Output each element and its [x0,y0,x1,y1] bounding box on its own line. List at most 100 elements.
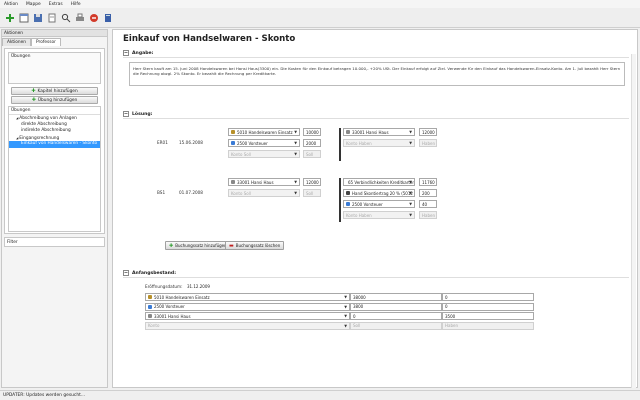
soll-account-label: Konto Soll [231,151,251,157]
eroeffnung-date[interactable]: 31.12.2009 [185,282,225,290]
anfang-soll-field[interactable]: Soll [350,321,442,330]
anfang-haben-field[interactable]: 0 [442,293,534,301]
booking-date: 01.07.2008 [179,190,203,195]
anfang-account-select[interactable]: 33001 Hansi Haus ▼ [145,312,350,320]
add-exercise-button[interactable]: ✚ Übung hinzufügen [11,96,98,104]
collapse-icon[interactable]: − [123,270,129,276]
anfang-account-select[interactable]: 5010 Handelswaren Einsatz ▼ [145,293,350,301]
chevron-down-icon[interactable]: ▼ [294,141,297,145]
haben-account-select[interactable]: Konto Haben ▼ [343,139,415,147]
haben-account-select[interactable]: Hand Skontiertrag 20 % (5012 ▼ [343,189,415,197]
anfang-haben-field[interactable]: Haben [442,321,534,330]
exercise-editor: Einkauf von Handselwaren - Skonto − Anga… [112,29,638,388]
account-icon [148,304,152,309]
menu-extras[interactable]: Extras [49,2,63,7]
chevron-down-icon[interactable]: ▼ [409,130,412,134]
haben-amount-field[interactable]: Haben [419,139,437,147]
search-icon[interactable] [60,12,71,23]
menu-mappe[interactable]: Mappe [26,2,41,7]
collapse-icon[interactable]: − [123,50,129,56]
anfang-haben-field[interactable]: 3500 [442,312,534,320]
remove-booking-label: Buchungssatz löschen [235,243,281,248]
chevron-down-icon[interactable]: ▼ [344,314,347,318]
chevron-down-icon[interactable]: ▼ [344,324,347,328]
chevron-down-icon[interactable]: ▼ [344,295,347,299]
account-icon [148,295,152,299]
tab-professor[interactable]: Professor [31,38,61,46]
anfang-account-select[interactable]: Konto ▼ [145,321,350,330]
stop-icon[interactable] [88,12,99,23]
haben-amount-field[interactable]: 12000 [419,128,437,136]
anfang-soll-field[interactable]: 0 [350,312,442,320]
section-anfangsbestand[interactable]: − Anfangsbestand: [123,270,176,276]
haben-amount-field[interactable]: 200 [419,189,437,197]
soll-amount-field[interactable]: Soll [303,189,321,197]
angabe-label: Angabe: [132,50,154,56]
group-title: Übungen [11,54,31,59]
chevron-down-icon[interactable]: ▼ [409,180,412,184]
document-icon[interactable] [46,12,57,23]
section-loesung[interactable]: − Lösung: [123,111,152,117]
soll-account-label: 5010 Handelswaren Einsatz [237,129,293,135]
chevron-down-icon[interactable]: ▼ [294,130,297,134]
tree-item-label: Eingangsrechnung [19,135,60,141]
angabe-textarea[interactable]: Herr Stern kauft am 15. Juni 2008 Handel… [129,62,625,86]
anfang-account-label: Konto [148,323,160,328]
tree-item-label: direkte Abschreibung [21,121,67,127]
anfang-soll-field[interactable]: 38000 [350,293,442,301]
account-icon [148,314,152,318]
collapse-icon[interactable]: − [123,111,129,117]
haben-account-select[interactable]: 2500 Vorsteuer ▼ [343,200,415,208]
plus-icon[interactable] [4,12,15,23]
plus-icon: ✚ [31,88,36,94]
print-icon[interactable] [74,12,85,23]
vertical-scrollbar[interactable] [631,54,636,388]
soll-account-select[interactable]: 2500 Vorsteuer ▼ [228,139,300,147]
menu-aktion[interactable]: Aktion [4,2,18,7]
soll-account-select[interactable]: 33001 Hansi Haus ▼ [228,178,300,186]
remove-booking-button[interactable]: ▬ Buchungssatz löschen [225,241,285,250]
save-icon[interactable] [32,12,43,23]
exercise-tree: Übungen ◢ Abschreibung von Anlagen direkt… [8,106,101,232]
chevron-down-icon[interactable]: ▼ [294,152,297,156]
soll-amount-field[interactable]: 2000 [303,139,321,147]
chevron-down-icon[interactable]: ▼ [344,305,347,309]
chevron-down-icon[interactable]: ▼ [409,213,412,217]
menu-hilfe[interactable]: Hilfe [71,2,81,7]
soll-account-select[interactable]: 5010 Handelswaren Einsatz ▼ [228,128,300,136]
book-icon[interactable] [102,12,113,23]
window-icon[interactable] [18,12,29,23]
tab-aktionen[interactable]: Aktionen [2,38,32,46]
add-chapter-button[interactable]: ✚ Kapitel hinzufügen [11,87,98,95]
add-booking-button[interactable]: ✚ Buchungssatz hinzufügen [165,241,231,250]
section-angabe[interactable]: − Angabe: [123,50,153,56]
soll-amount-field[interactable]: Soll [303,150,321,158]
soll-amount-field[interactable]: 12000 [303,178,321,186]
tree-item[interactable]: Einkauf von Handelswaren - Skonto [9,141,100,148]
soll-amount-field[interactable]: 10000 [303,128,321,136]
soll-account-label: 2500 Vorsteuer [237,140,268,146]
haben-amount-field[interactable]: Haben [419,211,437,219]
haben-account-select[interactable]: Konto Haben ▼ [343,211,415,219]
haben-amount-field[interactable]: 40 [419,200,437,208]
anfang-soll-field[interactable]: 3800 [350,302,442,311]
chevron-down-icon[interactable]: ▼ [294,191,297,195]
chevron-down-icon[interactable]: ▼ [409,202,412,206]
panel-header: Aktionen [2,30,107,37]
soll-account-select[interactable]: Konto Soll ▼ [228,189,300,197]
haben-account-select[interactable]: 65 Verbindlichkeiten Kreditkarten ▼ [343,178,415,186]
status-bar: UPDATER: Updates werden gesucht... [0,390,640,400]
filter-field[interactable]: Filter [4,237,105,247]
anfang-account-select[interactable]: 2500 Vorsteuer ▼ [145,302,350,311]
anfang-label: Anfangsbestand: [132,270,177,276]
chevron-down-icon[interactable]: ▼ [294,180,297,184]
account-icon [231,130,235,134]
chevron-down-icon[interactable]: ▼ [409,191,412,195]
haben-account-select[interactable]: 33001 Hansi Haus ▼ [343,128,415,136]
soll-account-select[interactable]: Konto Soll ▼ [228,150,300,158]
account-icon [231,141,235,145]
haben-amount-field[interactable]: 11760 [419,178,437,186]
anfang-haben-field[interactable]: 0 [442,302,534,311]
chevron-down-icon[interactable]: ▼ [409,141,412,145]
haben-account-label: 33001 Hansi Haus [352,129,389,135]
